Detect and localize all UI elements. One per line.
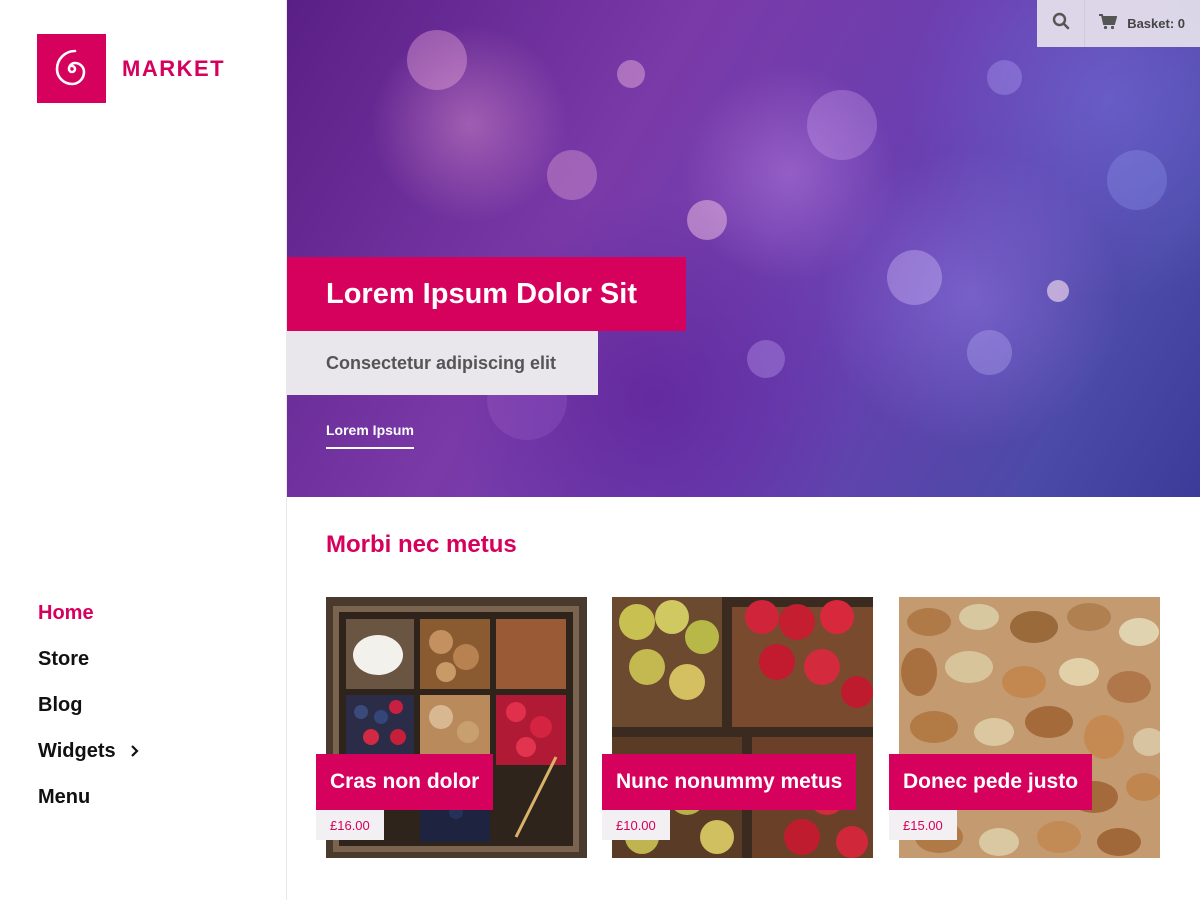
nav-item-home[interactable]: Home	[38, 590, 139, 636]
brand-logo[interactable]: MARKET	[37, 34, 225, 103]
header-toolbar: Basket: 0	[1037, 0, 1200, 47]
brand-name: MARKET	[122, 55, 226, 81]
nav-item-widgets[interactable]: Widgets	[38, 728, 139, 774]
hero-title: Lorem Ipsum Dolor Sit	[287, 257, 686, 331]
chevron-right-icon	[130, 744, 139, 758]
hero-link[interactable]: Lorem Ipsum	[326, 422, 414, 449]
nav-item-label: Widgets	[38, 739, 116, 762]
product-card[interactable]: Donec pede justo £15.00	[889, 597, 1160, 858]
product-name: Donec pede justo	[889, 754, 1093, 810]
product-price: £16.00	[316, 810, 384, 840]
nav-item-label: Home	[38, 601, 94, 624]
hero-banner: Basket: 0 Lorem Ipsum Dolor Sit Consecte…	[287, 0, 1200, 497]
nav-item-label: Store	[38, 647, 90, 670]
product-name: Nunc nonummy metus	[602, 754, 857, 810]
search-icon	[1052, 12, 1070, 35]
product-card[interactable]: Cras non dolor £16.00	[316, 597, 587, 858]
nav-item-blog[interactable]: Blog	[38, 682, 139, 728]
search-button[interactable]	[1037, 0, 1086, 47]
nav-item-store[interactable]: Store	[38, 636, 139, 682]
spiral-logo-icon	[37, 34, 106, 103]
hero-subtitle: Consectetur adipiscing elit	[287, 331, 598, 395]
product-price: £15.00	[889, 810, 957, 840]
basket-button[interactable]: Basket: 0	[1085, 0, 1200, 47]
nav-item-label: Menu	[38, 785, 91, 808]
sidebar: MARKET Home Store Blog Widgets Menu	[0, 0, 287, 900]
cart-icon	[1099, 14, 1127, 33]
product-name: Cras non dolor	[316, 754, 494, 810]
product-price: £10.00	[602, 810, 670, 840]
nav-item-menu[interactable]: Menu	[38, 774, 139, 820]
product-card[interactable]: Nunc nonummy metus £10.00	[602, 597, 873, 858]
nav-item-label: Blog	[38, 693, 83, 716]
basket-label: Basket: 0	[1127, 16, 1185, 31]
section-title: Morbi nec metus	[326, 531, 517, 558]
main-nav: Home Store Blog Widgets Menu	[38, 590, 139, 820]
